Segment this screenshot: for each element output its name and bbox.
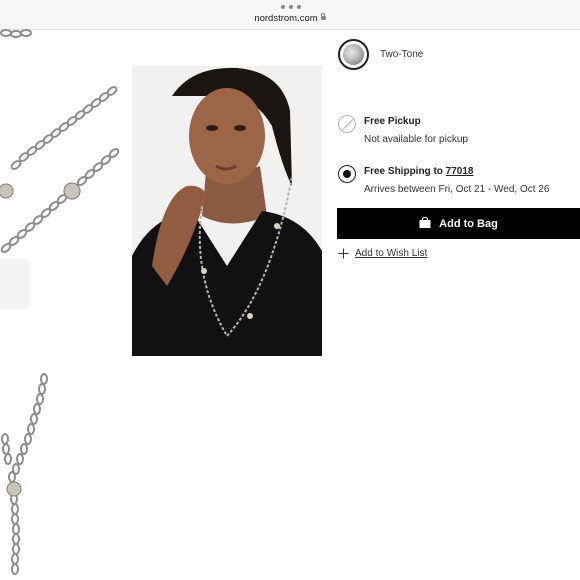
wish-list-label: Add to Wish List xyxy=(355,248,428,259)
add-to-bag-button[interactable]: Add to Bag xyxy=(337,208,580,239)
plus-icon xyxy=(338,248,349,259)
browser-address-bar[interactable]: nordstrom.com xyxy=(0,0,580,30)
color-swatch-button[interactable] xyxy=(338,39,369,70)
product-thumbnail-images[interactable] xyxy=(0,29,125,580)
add-to-bag-label: Add to Bag xyxy=(439,217,498,230)
shopping-bag-icon xyxy=(419,217,431,228)
pickup-subtitle: Not available for pickup xyxy=(364,134,468,145)
shipping-arrival-text: Arrives between Fri, Oct 21 - Wed, Oct 2… xyxy=(364,184,550,195)
lock-icon xyxy=(320,13,326,20)
shipping-radio[interactable] xyxy=(338,165,356,183)
add-to-wish-list-link[interactable]: Add to Wish List xyxy=(338,248,427,259)
color-swatch-label: Two-Tone xyxy=(380,49,424,60)
shipping-title-prefix: Free Shipping to xyxy=(364,166,446,177)
shipping-title: Free Shipping to 77018 xyxy=(364,166,473,177)
url-text: nordstrom.com xyxy=(254,13,318,24)
url-display[interactable]: nordstrom.com xyxy=(0,13,580,24)
pickup-radio xyxy=(338,115,356,133)
model-wearing-necklace-image[interactable] xyxy=(132,66,322,356)
swatch-thumbnail xyxy=(343,44,364,65)
more-dots-icon[interactable] xyxy=(281,5,301,11)
pickup-title: Free Pickup xyxy=(364,116,421,127)
shipping-zip-link[interactable]: 77018 xyxy=(446,166,474,177)
